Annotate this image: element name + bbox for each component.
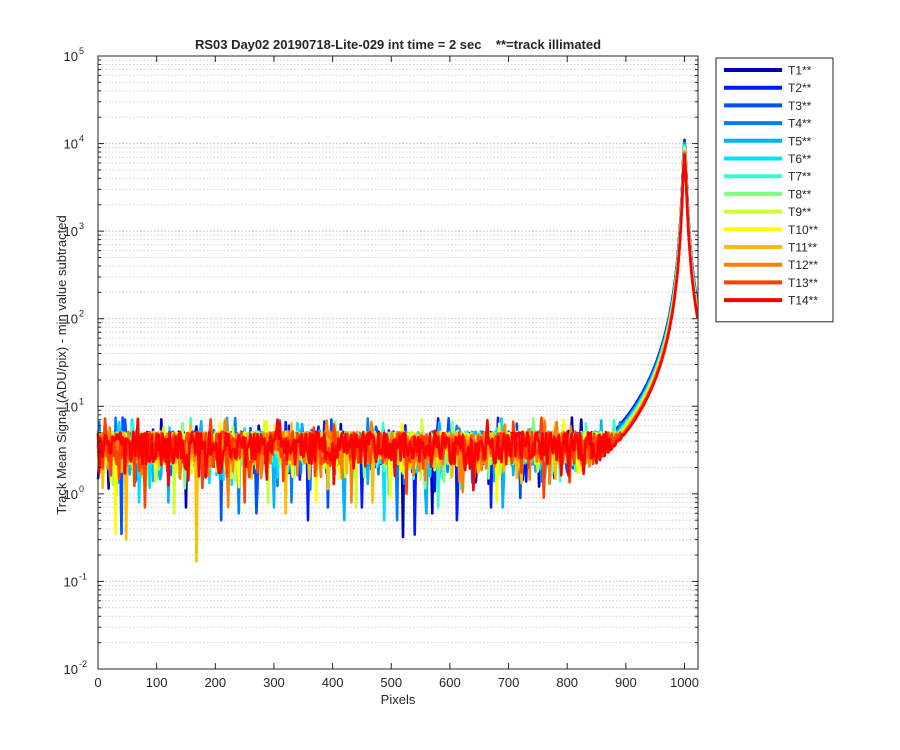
legend: T1** T2** T3** T4** T5** T6** T7** T8** T9** T10*… bbox=[715, 57, 834, 323]
x-tick-label: 1000 bbox=[670, 675, 699, 690]
x-tick-label: 900 bbox=[615, 675, 637, 690]
y-tick-exponent: 0 bbox=[79, 484, 84, 494]
y-tick-exponent: 3 bbox=[79, 221, 84, 231]
legend-label-t7: T7** bbox=[788, 170, 812, 184]
y-tick-exponent: 2 bbox=[79, 309, 84, 319]
plot-area: 0 100 200 300 400 500 600 700 800 900 100010 -210 -1… bbox=[64, 46, 699, 690]
y-tick-label: 10 bbox=[64, 662, 78, 677]
y-tick-exponent: 4 bbox=[79, 134, 84, 144]
legend-label-t10: T10** bbox=[788, 223, 818, 237]
x-tick-label: 600 bbox=[439, 675, 461, 690]
y-tick-exponent: 5 bbox=[79, 46, 84, 56]
x-tick-label: 400 bbox=[322, 675, 344, 690]
y-tick-exponent: 1 bbox=[79, 396, 84, 406]
y-tick-label: 10 bbox=[64, 574, 78, 589]
y-tick-exponent: -2 bbox=[79, 659, 87, 669]
x-tick-label: 700 bbox=[498, 675, 520, 690]
figure: RS03 Day02 20190718-Lite-029 int time = … bbox=[0, 0, 900, 750]
x-tick-label: 200 bbox=[204, 675, 226, 690]
legend-label-t14: T14** bbox=[788, 294, 818, 308]
x-tick-label: 300 bbox=[263, 675, 285, 690]
x-axis-label: Pixels bbox=[381, 692, 416, 707]
legend-label-t8: T8** bbox=[788, 187, 812, 201]
y-tick-label: 10 bbox=[64, 49, 78, 64]
y-tick-exponent: -1 bbox=[79, 571, 87, 581]
axes-background bbox=[98, 56, 698, 669]
y-axis-label: Track Mean Signal (ADU/pix) - min value … bbox=[54, 215, 69, 514]
x-tick-label: 100 bbox=[146, 675, 168, 690]
legend-label-t12: T12** bbox=[788, 258, 818, 272]
y-tick-label: 10 bbox=[64, 137, 78, 152]
legend-label-t13: T13** bbox=[788, 276, 818, 290]
legend-label-t11: T11** bbox=[788, 241, 817, 255]
legend-label-t4: T4** bbox=[788, 117, 812, 131]
legend-label-t1: T1** bbox=[788, 64, 812, 78]
legend-label-t6: T6** bbox=[788, 152, 812, 166]
legend-label-t9: T9** bbox=[788, 205, 812, 219]
legend-label-t2: T2** bbox=[788, 81, 812, 95]
x-tick-label: 500 bbox=[380, 675, 402, 690]
x-tick-label: 800 bbox=[556, 675, 578, 690]
legend-label-t3: T3** bbox=[788, 99, 812, 113]
chart-title: RS03 Day02 20190718-Lite-029 int time = … bbox=[195, 37, 601, 52]
x-tick-label: 0 bbox=[94, 675, 101, 690]
legend-label-t5: T5** bbox=[788, 134, 812, 148]
